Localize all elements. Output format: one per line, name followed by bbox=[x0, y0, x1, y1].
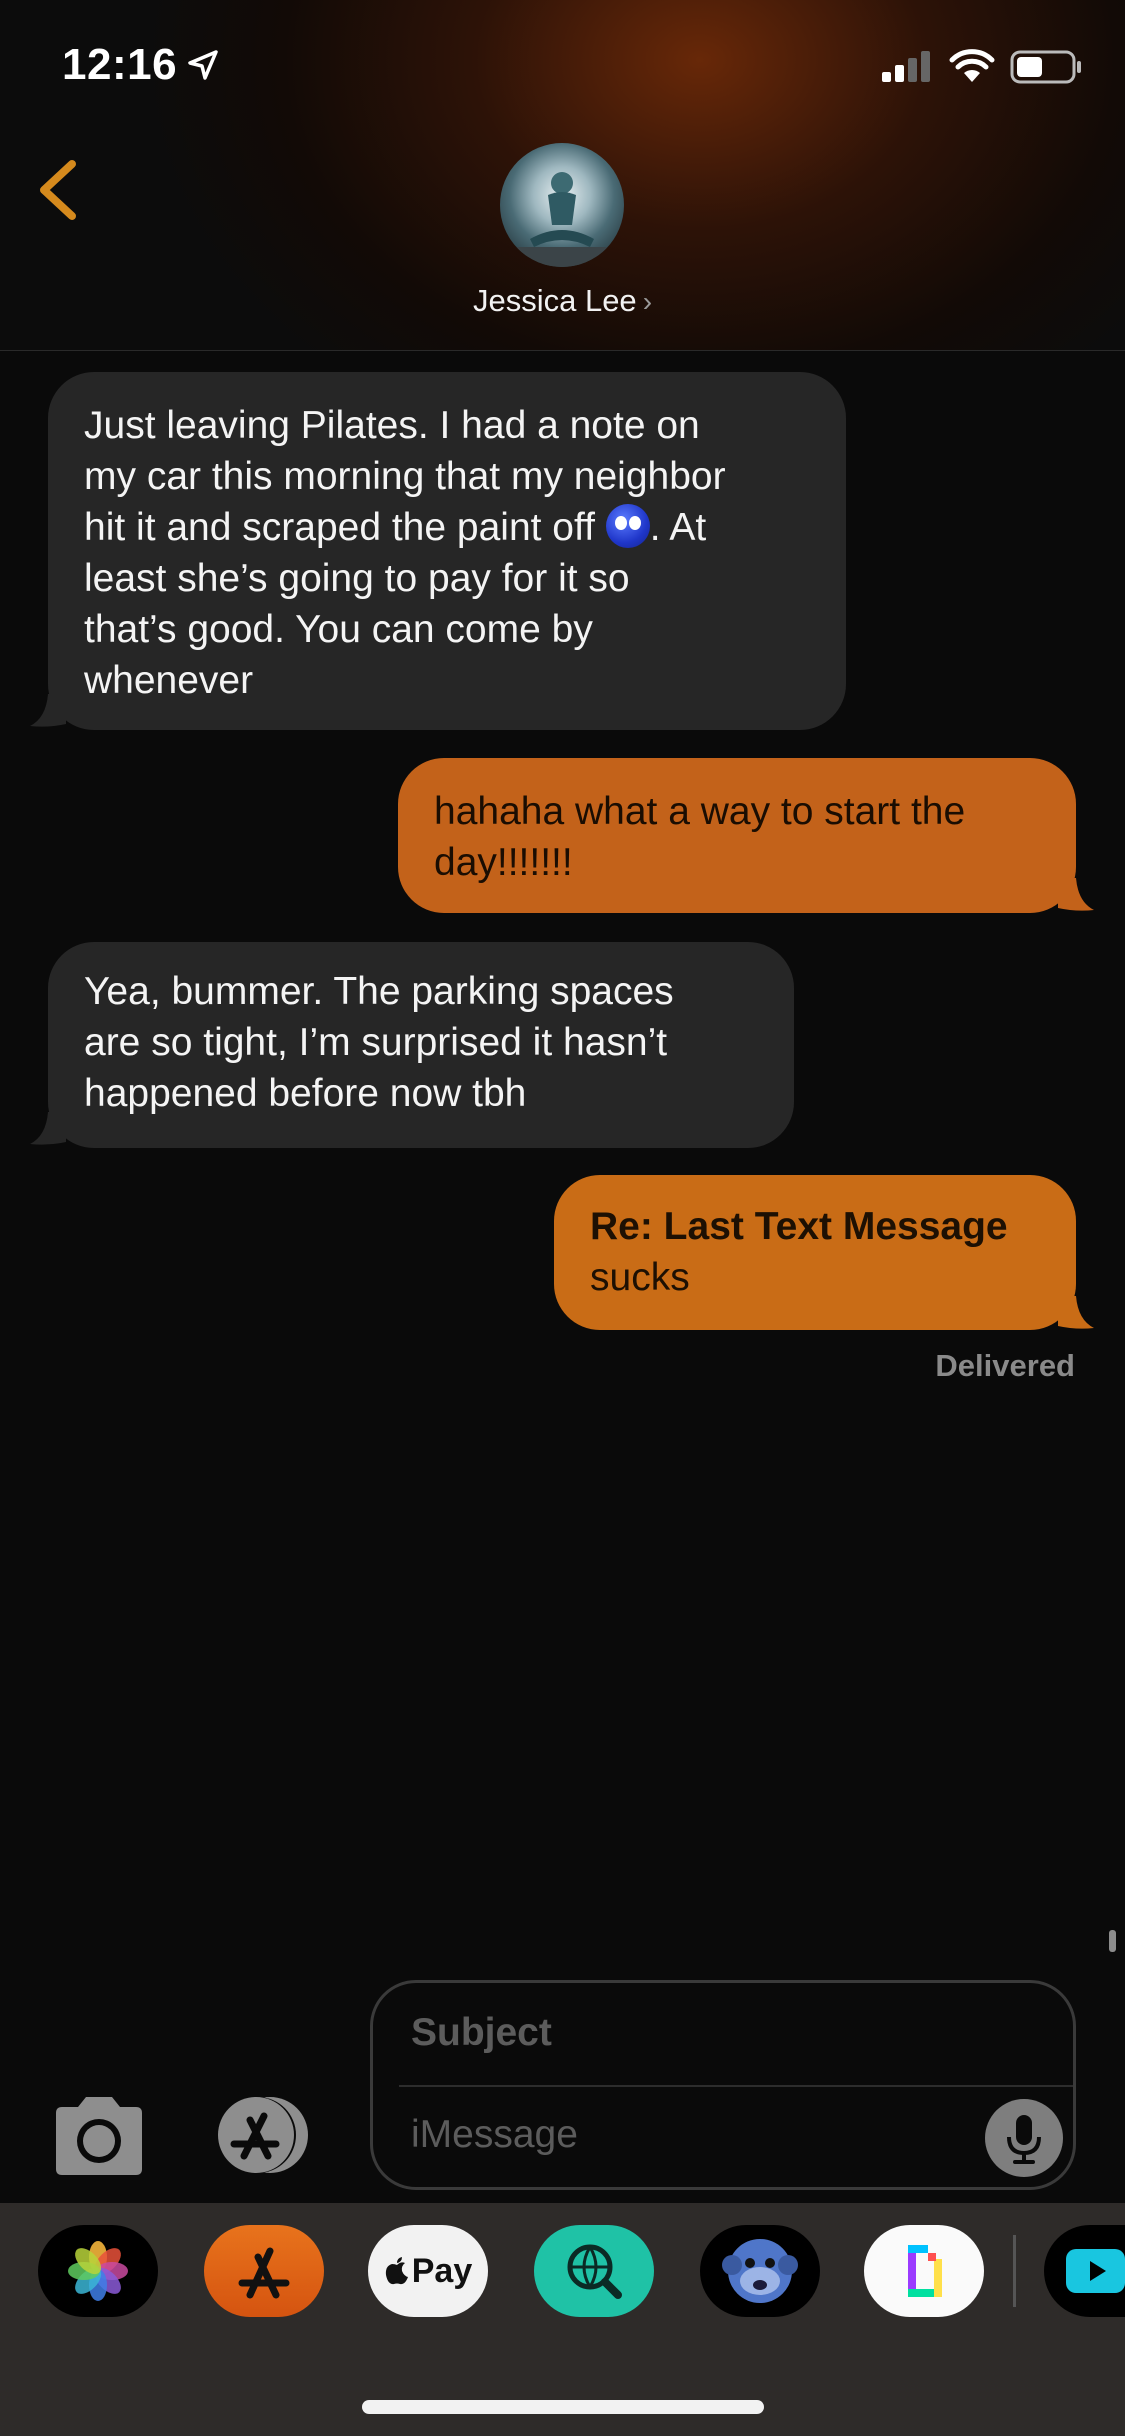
app-tray: Pay bbox=[0, 2203, 1125, 2436]
apple-pay-label: Pay bbox=[411, 2251, 473, 2290]
message-text: hahaha what a way to start the day!!!!!!… bbox=[434, 790, 966, 884]
outgoing-bubble-tail bbox=[1058, 1296, 1094, 1329]
incoming-bubble-tail bbox=[30, 1112, 66, 1145]
contact-avatar[interactable] bbox=[500, 143, 624, 267]
giphy-icon[interactable] bbox=[864, 2225, 984, 2317]
play-icon bbox=[1066, 2249, 1125, 2293]
photos-app-icon[interactable] bbox=[38, 2225, 158, 2317]
contact-name-button[interactable]: Jessica Lee › bbox=[0, 283, 1125, 319]
avatar-figure-icon bbox=[500, 172, 624, 267]
cellular-signal-icon bbox=[882, 51, 930, 82]
dictation-button[interactable] bbox=[985, 2099, 1063, 2177]
incoming-message-bubble[interactable]: Just leaving Pilates. I had a note on my… bbox=[48, 372, 846, 730]
outgoing-message-bubble[interactable]: hahaha what a way to start the day!!!!!!… bbox=[398, 758, 1076, 913]
status-time: 12:16 bbox=[62, 40, 178, 89]
photos-flower-icon bbox=[68, 2241, 128, 2301]
giphy-logo-icon bbox=[908, 2245, 942, 2297]
back-chevron-icon[interactable] bbox=[28, 150, 88, 230]
microphone-icon bbox=[1007, 2115, 1041, 2164]
message-text: sucks bbox=[590, 1256, 690, 1299]
incoming-message-bubble[interactable]: Yea, bummer. The parking spaces are so t… bbox=[48, 942, 794, 1148]
battery-icon bbox=[1010, 50, 1081, 84]
contact-chevron-icon: › bbox=[642, 286, 653, 317]
apple-logo-icon bbox=[385, 2257, 408, 2285]
web-search-icon[interactable] bbox=[534, 2225, 654, 2317]
wifi-icon bbox=[949, 49, 995, 82]
message-input[interactable]: iMessage bbox=[411, 2113, 578, 2157]
scroll-indicator[interactable] bbox=[1109, 1930, 1116, 1952]
app-store-icon[interactable] bbox=[204, 2225, 324, 2317]
video-app-icon[interactable] bbox=[1044, 2225, 1125, 2317]
globe-magnifier-icon bbox=[567, 2244, 622, 2299]
monkey-face-icon bbox=[722, 2239, 798, 2303]
app-store-a-icon bbox=[238, 2247, 290, 2299]
conversation-header: 12:16 Jessica Lee › bbox=[0, 0, 1125, 351]
apple-pay-icon[interactable]: Pay bbox=[368, 2225, 488, 2317]
location-arrow-icon bbox=[188, 50, 218, 80]
compose-divider bbox=[399, 2085, 1073, 2087]
tray-separator bbox=[1013, 2235, 1016, 2307]
eye-roll-emoji-icon bbox=[605, 504, 650, 548]
app-store-drawer-icon[interactable] bbox=[208, 2094, 318, 2176]
home-indicator[interactable] bbox=[362, 2400, 764, 2414]
contact-name: Jessica Lee bbox=[472, 283, 637, 318]
delivery-status: Delivered bbox=[935, 1348, 1075, 1383]
subject-input[interactable]: Subject bbox=[411, 2011, 552, 2055]
message-text: Yea, bummer. The parking spaces are so t… bbox=[84, 970, 674, 1115]
outgoing-bubble-tail bbox=[1058, 878, 1094, 911]
camera-icon[interactable] bbox=[48, 2095, 150, 2177]
incoming-bubble-tail bbox=[30, 694, 66, 727]
message-subject: Re: Last Text Message bbox=[590, 1205, 1008, 1248]
memoji-icon[interactable] bbox=[700, 2225, 820, 2317]
outgoing-message-bubble[interactable]: Re: Last Text Message sucks bbox=[554, 1175, 1076, 1330]
compose-box: Subject iMessage bbox=[370, 1980, 1076, 2190]
